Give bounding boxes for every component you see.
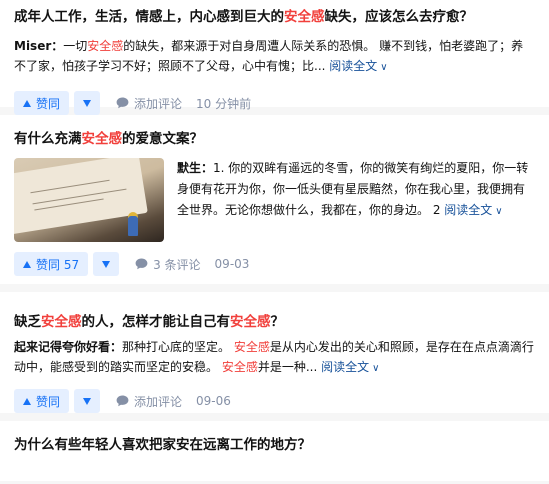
author-name: Miser： [14,39,64,53]
answer-time: 09-06 [196,394,231,408]
title-highlight: 安全感 [230,314,271,330]
vote-up-label: 赞同 57 [36,257,80,272]
title-text: ？ [270,314,285,330]
read-all-label: 阅读全文 [329,59,378,73]
answer-body: 默生：1. 你的双眸有遥远的冬雪，你的微笑有绚烂的夏阳，你一转身便有花开为你，你… [14,158,535,242]
chevron-down-icon: ∨ [495,206,503,217]
vote-up-button[interactable]: 赞同 57 [14,252,89,276]
answer-excerpt[interactable]: Miser：一切安全感的缺失，都来源于对自身周遭人际关系的恐惧。 赚不到钱，怕老… [14,36,535,78]
chevron-down-icon: ∨ [380,62,388,73]
question-title-link[interactable]: 缺乏安全感的人，怎样才能让自己有安全感？ [14,312,535,332]
title-text: 为什么有些年轻人喜欢把家安在远离工作的地方？ [14,437,311,453]
answer-excerpt[interactable]: 默生：1. 你的双眸有遥远的冬雪，你的微笑有绚烂的夏阳，你一转身便有花开为你，你… [177,158,535,242]
answer-excerpt[interactable]: 起来记得夸你好看：那种打心底的坚定。 安全感是从内心发出的关心和照顾，是存在在点… [14,337,535,379]
excerpt-highlight: 安全感 [87,39,124,53]
read-all-button[interactable]: 阅读全文 ∨ [321,360,379,374]
author-name: 默生： [177,161,214,175]
comment-label: 3 条评论 [153,257,201,272]
action-bar: 赞同 57 3 条评论 09-03 [14,252,535,276]
read-all-button[interactable]: 阅读全文 ∨ [329,59,387,73]
comment-bubble-icon [116,395,129,407]
read-all-label: 阅读全文 [321,360,370,374]
title-highlight: 安全感 [284,9,325,25]
title-text: 缺乏 [14,314,41,330]
answer-card-1: 成年人工作，生活，情感上，内心感到巨大的安全感缺失，应该怎么去疗愈？ Miser… [0,0,549,115]
triangle-down-icon [83,99,92,107]
triangle-up-icon [23,397,31,405]
vote-down-button[interactable] [74,389,101,413]
triangle-down-icon [83,397,92,405]
title-highlight: 安全感 [41,314,82,330]
vote-down-button[interactable] [93,252,120,276]
answer-card-3: 缺乏安全感的人，怎样才能让自己有安全感？ 起来记得夸你好看：那种打心底的坚定。 … [0,292,549,413]
vote-down-button[interactable] [74,91,101,115]
triangle-down-icon [102,260,111,268]
action-bar: 赞同 添加评论 10 分钟前 [14,91,535,115]
comment-button[interactable]: 添加评论 [116,95,182,112]
comment-label: 添加评论 [134,96,183,111]
chevron-down-icon: ∨ [372,363,380,374]
excerpt-text: 并是一种... [257,360,318,374]
answer-card-2: 有什么充满安全感的爱意文案？ 默生：1. 你的双眸有遥远的冬雪，你的微笑有绚烂的… [0,115,549,284]
title-text: 缺失，应该怎么去疗愈？ [324,9,474,25]
answer-thumbnail[interactable] [14,158,164,242]
title-highlight: 安全感 [81,131,123,147]
author-name: 起来记得夸你好看： [14,340,123,354]
excerpt-highlight: 安全感 [221,360,258,374]
answer-card-4: 为什么有些年轻人喜欢把家安在远离工作的地方？ [0,421,549,481]
comment-label: 添加评论 [134,394,183,409]
question-title-link[interactable]: 有什么充满安全感的爱意文案？ [14,129,535,149]
triangle-up-icon [23,99,31,107]
vote-up-button[interactable]: 赞同 [14,91,70,115]
excerpt-text: 那种打心底的坚定。 [122,340,234,354]
vote-up-button[interactable]: 赞同 [14,389,70,413]
triangle-up-icon [23,260,31,268]
comment-bubble-icon [135,258,148,270]
question-title-link[interactable]: 成年人工作，生活，情感上，内心感到巨大的安全感缺失，应该怎么去疗愈？ [14,7,535,27]
excerpt-highlight: 安全感 [233,340,270,354]
title-text: 的爱意文案？ [122,131,203,147]
comment-bubble-icon [116,97,129,109]
vote-up-label: 赞同 [36,394,61,409]
title-text: 有什么充满 [14,131,82,147]
vote-up-label: 赞同 [36,96,61,111]
comment-button[interactable]: 3 条评论 [135,256,201,273]
little-prince-figure-shape [128,216,138,236]
comment-button[interactable]: 添加评论 [116,393,182,410]
title-text: 的人，怎样才能让自己有 [81,314,231,330]
answer-time: 10 分钟前 [196,96,252,111]
excerpt-text: 一切 [63,39,88,53]
answer-time: 09-03 [214,257,250,271]
title-text: 成年人工作，生活，情感上，内心感到巨大的 [14,9,284,25]
action-bar: 赞同 添加评论 09-06 [14,389,535,413]
read-all-label: 阅读全文 [444,203,493,217]
read-all-button[interactable]: 阅读全文 ∨ [444,203,502,217]
question-title-link[interactable]: 为什么有些年轻人喜欢把家安在远离工作的地方？ [14,435,535,455]
